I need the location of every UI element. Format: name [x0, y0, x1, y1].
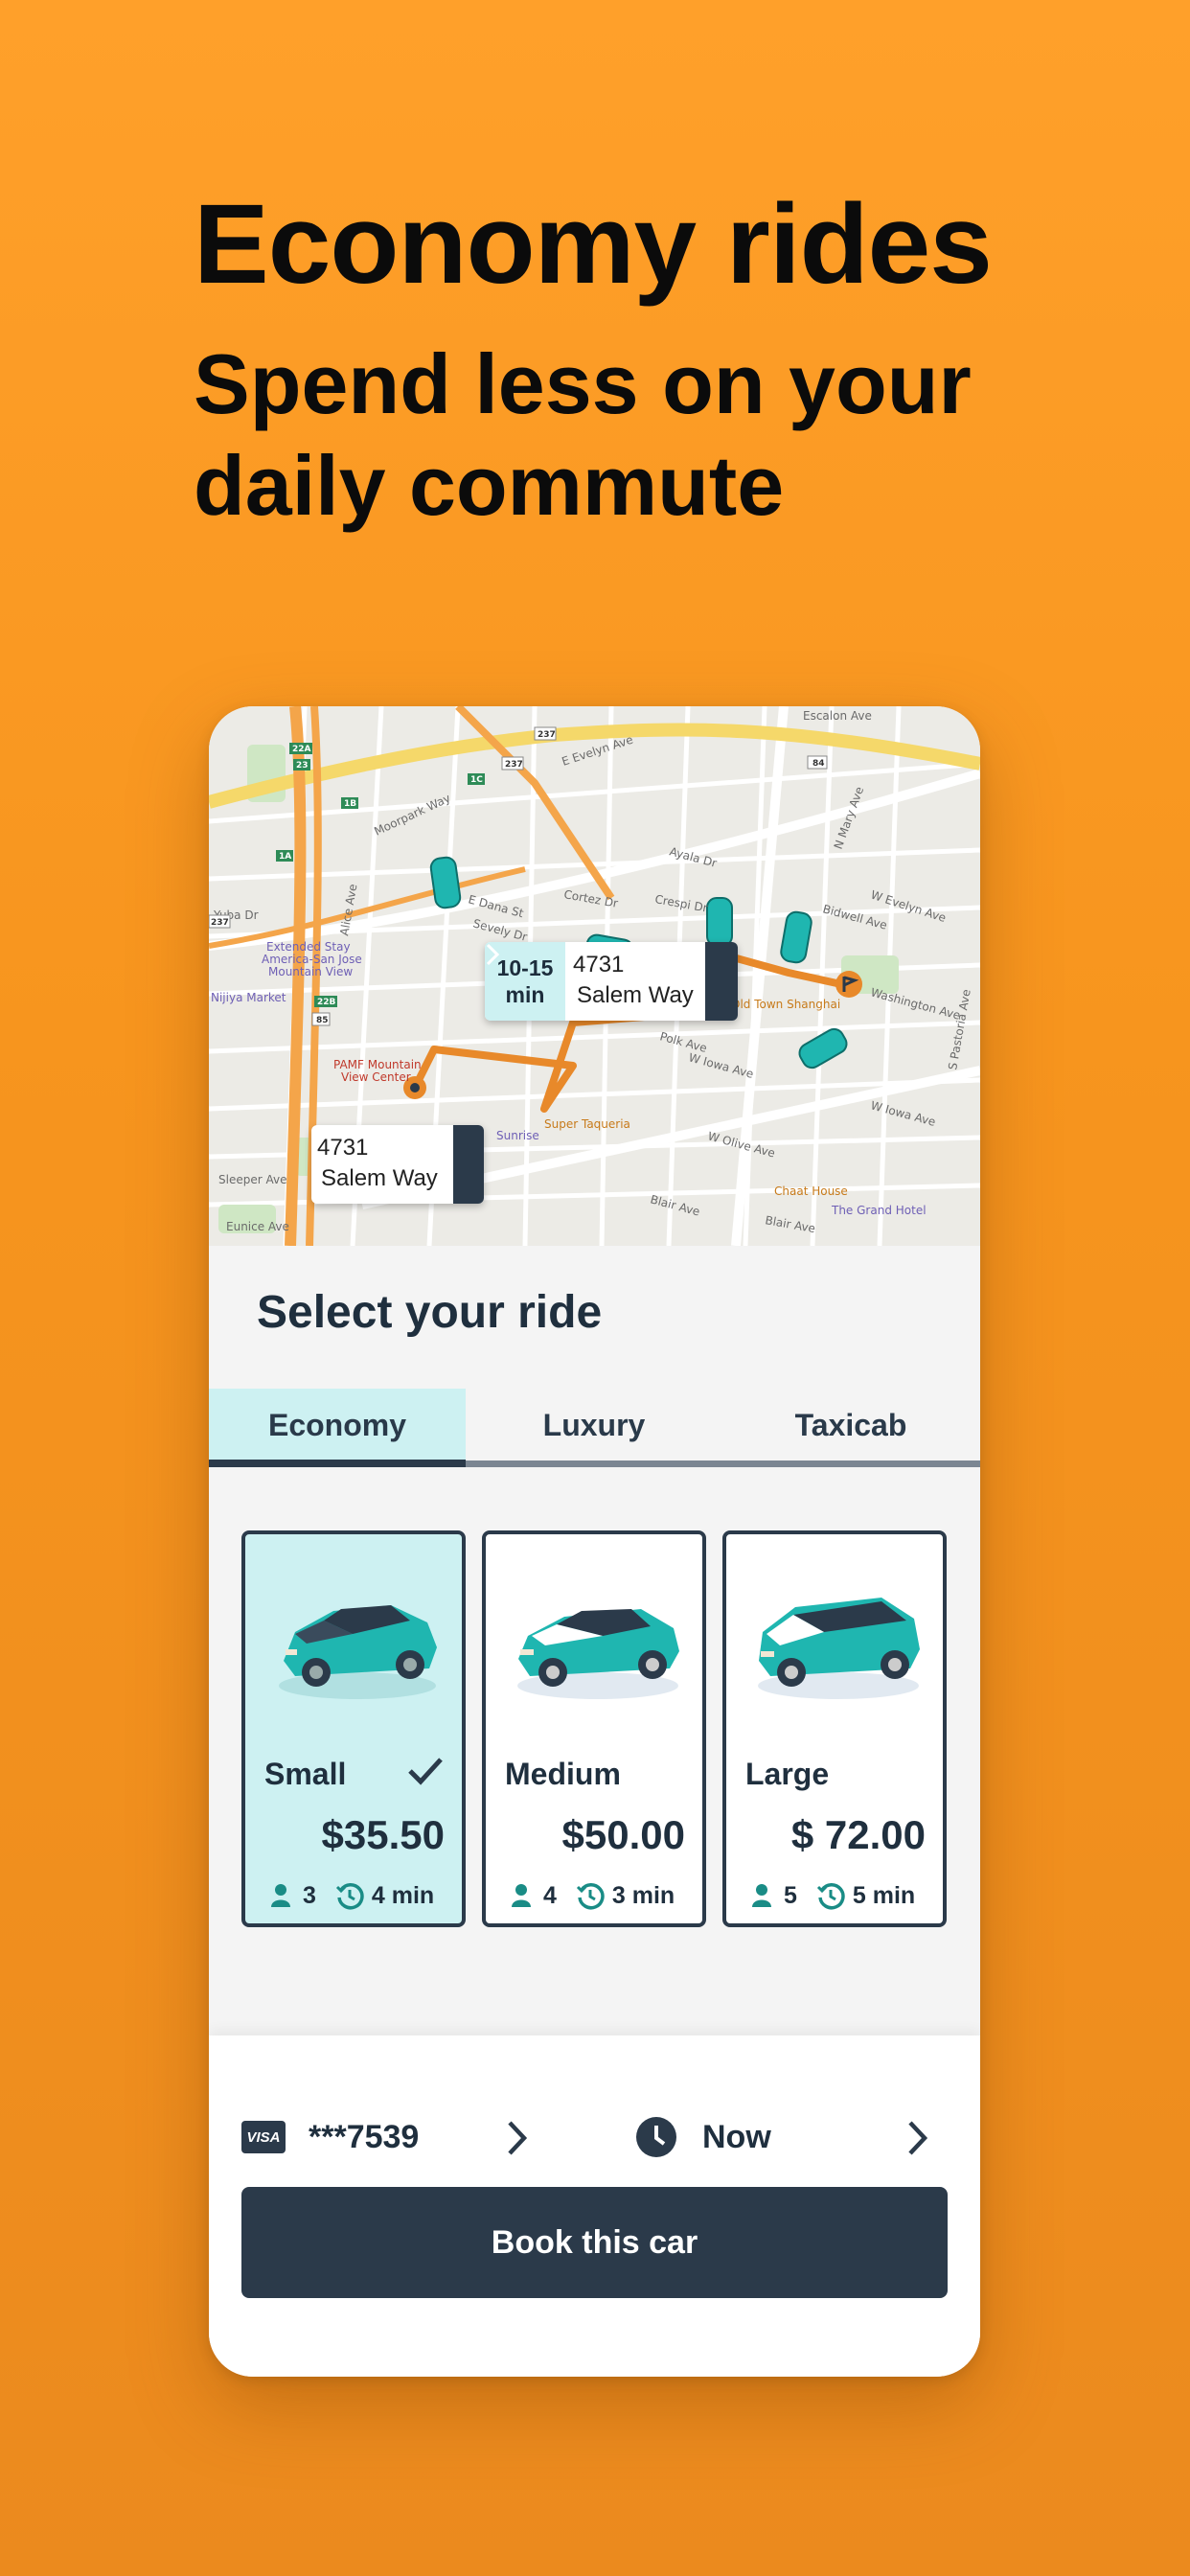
svg-text:1A: 1A: [279, 852, 291, 862]
car-icon: [279, 1605, 437, 1699]
ride-price: $ 72.00: [790, 1812, 926, 1857]
svg-text:W Iowa Ave: W Iowa Ave: [869, 1098, 937, 1129]
history-icon: [576, 1882, 605, 1910]
ride-options: Small $35.50 3 4 min Medium $50.00 4 3 m…: [209, 1467, 980, 2036]
tab-taxicab[interactable]: Taxicab: [722, 1389, 979, 1467]
svg-text:S Pastoria Ave: S Pastoria Ave: [946, 988, 973, 1070]
svg-text:22B: 22B: [317, 998, 336, 1007]
svg-text:1C: 1C: [470, 775, 483, 785]
section-title: Select your ride: [257, 1287, 603, 1338]
booking-bar: VISA ***7539 Now Book this car: [209, 2036, 980, 2377]
ride-price: $35.50: [321, 1812, 445, 1857]
svg-text:Extended Stay: Extended Stay: [266, 940, 351, 954]
book-button[interactable]: Book this car: [241, 2187, 948, 2298]
ride-card-large[interactable]: Large $ 72.00 5 5 min: [722, 1530, 947, 1927]
ride-price: $50.00: [561, 1812, 685, 1857]
svg-text:Escalon Ave: Escalon Ave: [803, 709, 872, 723]
svg-text:Sunrise: Sunrise: [496, 1129, 539, 1142]
ride-eta: 3 min: [611, 1881, 675, 1909]
car-icon: [517, 1609, 679, 1699]
svg-text:America-San Jose: America-San Jose: [262, 953, 362, 966]
ride-name: Small: [264, 1757, 347, 1791]
eta-time-value: 10-15: [496, 955, 554, 980]
check-icon: [408, 1758, 443, 1785]
ride-name: Medium: [505, 1757, 621, 1791]
ride-category-tabs: Economy Luxury Taxicab: [209, 1389, 980, 1467]
ride-meta: 4 3 min: [511, 1879, 691, 1912]
ride-name: Large: [745, 1757, 830, 1791]
svg-text:Chaat House: Chaat House: [774, 1184, 848, 1198]
ride-eta: 4 min: [371, 1881, 435, 1909]
svg-text:Bidwell Ave: Bidwell Ave: [821, 902, 888, 932]
hero-subtitle: Spend less on your daily commute: [194, 334, 1056, 537]
ride-seats: 3: [303, 1881, 316, 1909]
schedule-selector[interactable]: Now: [635, 2108, 771, 2166]
ride-meta: 5 5 min: [751, 1879, 931, 1912]
hero-subtitle-line2: daily commute: [194, 438, 785, 533]
svg-text:Blair Ave: Blair Ave: [649, 1192, 701, 1218]
svg-text:Washington Ave: Washington Ave: [869, 985, 962, 1022]
origin-card[interactable]: 4731 Salem Way: [311, 1125, 484, 1204]
svg-text:Old Town Shanghai: Old Town Shanghai: [731, 998, 840, 1011]
svg-text:23: 23: [296, 761, 309, 770]
hero-title: Economy rides: [194, 181, 993, 308]
route-map[interactable]: Escalon Ave E Evelyn Ave W Evelyn Ave Mo…: [209, 706, 980, 1246]
svg-text:237: 237: [211, 918, 229, 928]
svg-text:Blair Ave: Blair Ave: [764, 1213, 816, 1235]
ride-meta: 3 4 min: [270, 1879, 450, 1912]
payment-method[interactable]: VISA ***7539: [241, 2108, 419, 2166]
hero-subtitle-line1: Spend less on your: [194, 336, 972, 431]
clock-icon: [636, 2117, 676, 2157]
chevron-right-icon[interactable]: [906, 2120, 929, 2156]
car-icon: [758, 1598, 920, 1699]
svg-text:Eunice Ave: Eunice Ave: [226, 1220, 289, 1233]
ride-card-medium[interactable]: Medium $50.00 4 3 min: [482, 1530, 706, 1927]
destination-address-line1: 4731: [573, 952, 625, 978]
destination-eta-card[interactable]: 10-15 min 4731 Salem Way: [485, 942, 738, 1021]
svg-text:PAMF Mountain: PAMF Mountain: [333, 1058, 422, 1071]
tab-luxury[interactable]: Luxury: [466, 1389, 722, 1467]
history-icon: [335, 1882, 364, 1910]
chevron-right-icon[interactable]: [506, 2120, 529, 2156]
ride-eta: 5 min: [852, 1881, 916, 1909]
chevron-right-icon[interactable]: [486, 942, 738, 1021]
person-icon: [752, 1884, 771, 1907]
svg-text:22A: 22A: [292, 745, 311, 754]
svg-text:Nijiya Market: Nijiya Market: [211, 991, 286, 1004]
person-icon: [512, 1884, 531, 1907]
origin-address-line1: 4731: [317, 1135, 369, 1161]
svg-text:237: 237: [505, 760, 523, 770]
svg-text:The Grand Hotel: The Grand Hotel: [831, 1204, 927, 1217]
destination-address: 4731 Salem Way: [565, 942, 705, 1021]
tab-economy[interactable]: Economy: [209, 1389, 466, 1467]
svg-text:Mountain View: Mountain View: [268, 965, 353, 978]
svg-text:Moorpark Way: Moorpark Way: [372, 792, 452, 839]
svg-text:84: 84: [812, 759, 825, 769]
hero: Economy rides Spend less on your daily c…: [194, 182, 1056, 537]
svg-text:85: 85: [316, 1016, 329, 1025]
ride-seats: 5: [784, 1881, 797, 1909]
svg-text:Sevely Dr: Sevely Dr: [471, 916, 529, 944]
history-icon: [816, 1882, 845, 1910]
svg-text:237: 237: [538, 730, 556, 740]
svg-text:1B: 1B: [344, 799, 356, 809]
person-icon: [271, 1884, 290, 1907]
destination-address-line2: Salem Way: [577, 982, 694, 1008]
svg-text:W Iowa Ave: W Iowa Ave: [687, 1050, 755, 1081]
visa-icon: VISA: [241, 2121, 286, 2153]
card-number: ***7539: [309, 2118, 420, 2155]
origin-address-line2: Salem Way: [321, 1165, 438, 1191]
eta-time-unit: min: [505, 982, 545, 1007]
tab-underline: [466, 1460, 980, 1467]
phone-screen: Escalon Ave E Evelyn Ave W Evelyn Ave Mo…: [209, 706, 980, 2377]
svg-text:Sleeper Ave: Sleeper Ave: [218, 1173, 286, 1186]
ride-seats: 4: [543, 1881, 557, 1909]
chevron-right-icon[interactable]: [312, 1125, 484, 1204]
ride-card-small[interactable]: Small $35.50 3 4 min: [241, 1530, 466, 1927]
svg-text:Super Taqueria: Super Taqueria: [544, 1117, 630, 1131]
schedule-label: Now: [702, 2118, 771, 2155]
origin-address: 4731 Salem Way: [311, 1125, 453, 1204]
svg-text:View Center: View Center: [341, 1070, 411, 1084]
